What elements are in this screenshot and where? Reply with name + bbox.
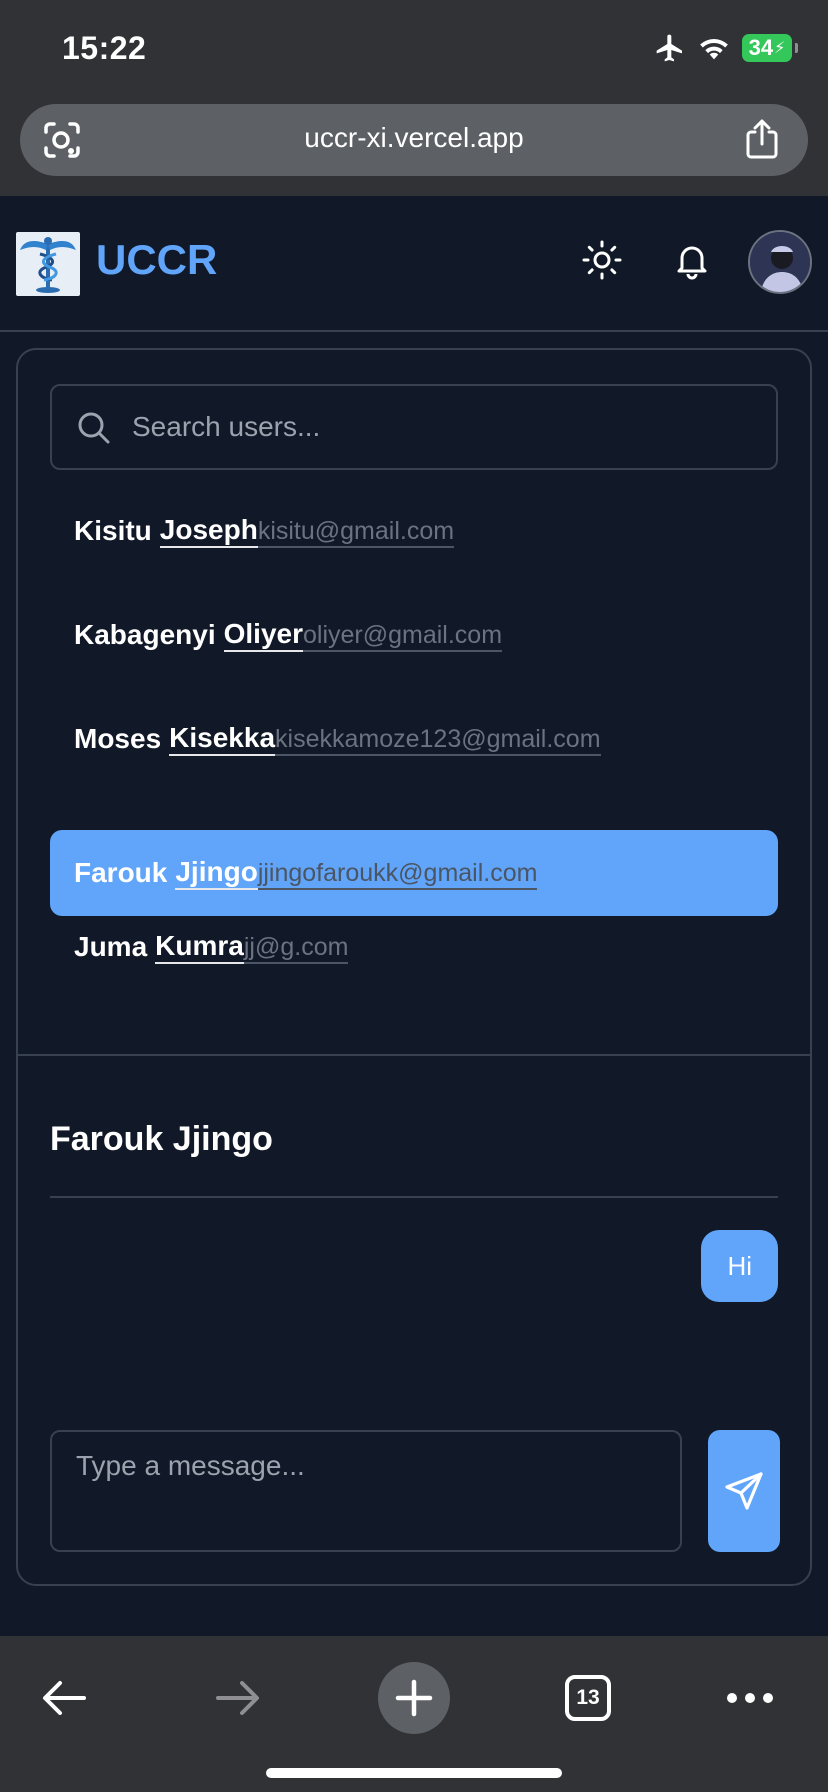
status-bar: 15:22 34 ⚡ xyxy=(0,0,828,100)
chat-panel: KisituJosephkisitu@gmail.com KabagenyiOl… xyxy=(16,348,812,1586)
tabs-button[interactable]: 13 xyxy=(552,1662,624,1734)
caduceus-logo-icon xyxy=(20,237,76,293)
browser-toolbar: uccr-xi.vercel.app xyxy=(0,100,828,196)
brand-title[interactable]: UCCR xyxy=(96,236,217,284)
chat-title: Farouk Jjingo xyxy=(50,1120,273,1158)
send-icon xyxy=(725,1472,763,1510)
airplane-icon xyxy=(656,34,682,62)
message-bubble: Hi xyxy=(701,1230,778,1302)
battery-level: 34 xyxy=(748,35,774,60)
battery-icon: 34 ⚡ xyxy=(742,34,798,62)
user-first-name: Moses xyxy=(74,723,162,754)
user-email[interactable]: oliyer@gmail.com xyxy=(303,619,503,652)
divider xyxy=(18,1054,810,1056)
user-item-juma-kumra[interactable]: Juma Kumra jj@g.com xyxy=(50,904,778,990)
wifi-icon xyxy=(700,39,728,60)
user-last-name[interactable]: Joseph xyxy=(159,514,258,548)
back-icon xyxy=(43,1681,86,1715)
status-time: 15:22 xyxy=(62,30,147,66)
browser-bottom-bar: 13 xyxy=(0,1636,828,1792)
avatar[interactable] xyxy=(748,230,812,294)
user-last-name[interactable]: Kumra xyxy=(155,930,244,964)
user-item-kisitu-joseph[interactable]: Kisitu Joseph kisitu@gmail.com xyxy=(50,488,778,574)
search-icon xyxy=(78,412,110,444)
chat-divider xyxy=(50,1196,778,1198)
tabs-icon: 13 xyxy=(565,1675,611,1721)
user-last-name[interactable]: Jjingo xyxy=(175,856,258,890)
forward-button[interactable] xyxy=(202,1662,274,1734)
send-button[interactable] xyxy=(708,1430,780,1552)
user-last-name[interactable]: Kisekka xyxy=(169,722,276,756)
user-email[interactable]: kisitu@gmail.com xyxy=(257,515,455,548)
user-first-name: Kabagenyi xyxy=(74,619,216,650)
user-email[interactable]: jj@g.com xyxy=(243,931,349,964)
user-first-name: Farouk xyxy=(74,857,168,888)
more-button[interactable] xyxy=(714,1662,786,1734)
user-email[interactable]: jjingofaroukk@gmail.com xyxy=(257,857,538,890)
bell-icon[interactable] xyxy=(670,238,714,282)
plus-icon xyxy=(395,1679,433,1717)
search-input[interactable] xyxy=(132,404,752,450)
more-icon xyxy=(727,1693,773,1703)
user-item-moses-kisekka[interactable]: Moses Kisekka kisekkamoze123@gmail.com xyxy=(50,696,778,782)
user-first-name: Kisitu xyxy=(74,515,152,546)
address-bar[interactable]: uccr-xi.vercel.app xyxy=(20,104,808,176)
new-tab-button[interactable] xyxy=(378,1662,450,1734)
user-first-name: Juma xyxy=(74,931,148,962)
url-text[interactable]: uccr-xi.vercel.app xyxy=(20,122,808,154)
home-indicator xyxy=(266,1768,562,1778)
user-item-kabagenyi-oliyer[interactable]: Kabagenyi Oliyer oliyer@gmail.com xyxy=(50,592,778,678)
message-input[interactable] xyxy=(50,1430,682,1552)
sun-icon[interactable] xyxy=(580,238,624,282)
user-email[interactable]: kisekkamoze123@gmail.com xyxy=(275,723,601,756)
share-icon[interactable] xyxy=(742,118,782,160)
user-photo-icon xyxy=(750,232,810,292)
status-icons: 34 ⚡ xyxy=(654,32,798,64)
back-button[interactable] xyxy=(28,1662,100,1734)
search-box[interactable] xyxy=(50,384,778,470)
logo[interactable] xyxy=(16,232,80,296)
app-header: UCCR xyxy=(0,196,828,332)
forward-icon xyxy=(216,1681,259,1715)
user-last-name[interactable]: Oliyer xyxy=(223,618,303,652)
